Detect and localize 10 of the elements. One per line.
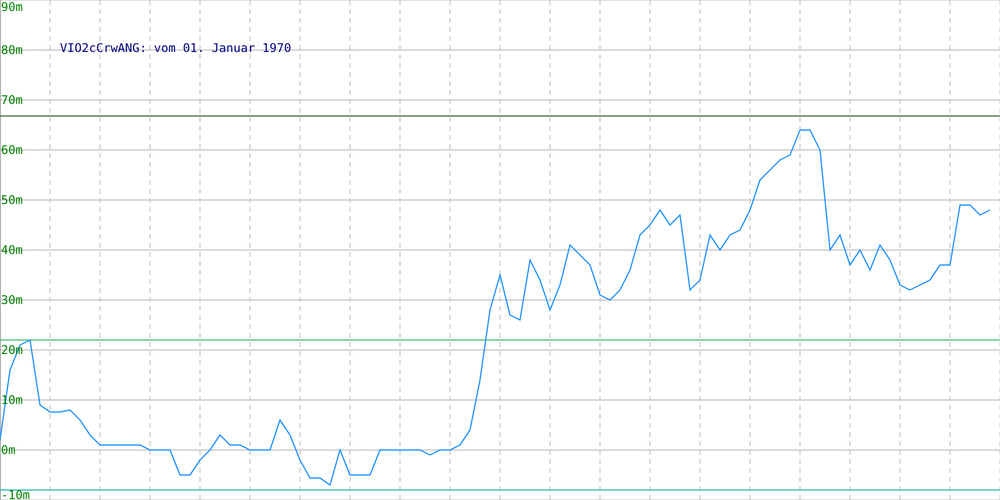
axis-label: 60m	[1, 143, 23, 157]
chart-title: VIO2cCrwANG: vom 01. Januar 1970	[60, 41, 292, 55]
axis-label: 90m	[1, 0, 23, 14]
axis-label: 0m	[1, 443, 16, 457]
axis-label: 70m	[1, 93, 23, 107]
axis-label: 80m	[1, 43, 23, 57]
axis-label: 50m	[1, 193, 23, 207]
axis-label: 30m	[1, 293, 23, 307]
axis-label: -10m	[1, 488, 30, 500]
axis-label: 40m	[1, 243, 23, 257]
